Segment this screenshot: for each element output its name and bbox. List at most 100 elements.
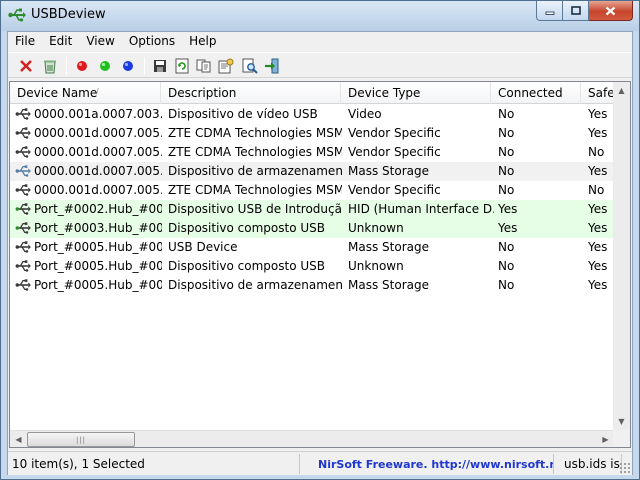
cell-description: Dispositivo composto USB [168, 259, 326, 273]
menu-help[interactable]: Help [182, 32, 223, 52]
minimize-icon [545, 11, 554, 15]
cell-description: USB Device [168, 240, 238, 254]
cell-device-name: Port_#0002.Hub_#0004 [34, 202, 162, 216]
cell-device-type: Mass Storage [348, 240, 429, 254]
blue-dot-icon [123, 61, 133, 71]
minimize-button[interactable] [536, 1, 563, 21]
cell-connected: No [498, 278, 515, 292]
cell-device-type: Video [348, 107, 382, 121]
app-window: USBDeview File Edit View Options Help De… [0, 0, 640, 480]
table-row[interactable]: 0000.001d.0007.005.00... ZTE CDMA Technol… [10, 124, 630, 143]
table-row[interactable]: 0000.001a.0007.003.00... Dispositivo de v… [10, 105, 630, 124]
properties-icon [218, 58, 234, 74]
cell-device-type: Unknown [348, 221, 404, 235]
menu-file[interactable]: File [8, 32, 42, 52]
uninstall-button[interactable] [40, 56, 60, 76]
resize-grip-icon[interactable] [619, 462, 631, 474]
table-row[interactable]: Port_#0002.Hub_#0004 Dispositivo USB de I… [10, 200, 630, 219]
usb-device-icon [15, 222, 31, 234]
usb-device-icon [15, 279, 31, 291]
caption-buttons [536, 1, 633, 21]
cell-connected: No [498, 126, 515, 140]
column-header-description[interactable]: Description [161, 82, 341, 104]
cell-connected: No [498, 183, 515, 197]
disconnect-button[interactable] [16, 56, 36, 76]
red-button[interactable] [72, 56, 92, 76]
save-button[interactable] [150, 56, 170, 76]
cell-device-type: Vendor Specific [348, 183, 441, 197]
menu-options[interactable]: Options [122, 32, 182, 52]
table-row[interactable]: 0000.001d.0007.005.00... ZTE CDMA Technol… [10, 181, 630, 200]
cell-device-type: Mass Storage [348, 164, 429, 178]
cell-connected: No [498, 259, 515, 273]
cell-connected: No [498, 164, 515, 178]
list-header: Device Name / Description Device Type Con… [10, 82, 630, 104]
find-button[interactable] [240, 56, 260, 76]
menu-view[interactable]: View [79, 32, 121, 52]
scroll-left-arrow-icon[interactable]: ◀ [10, 431, 27, 447]
column-header-device-type[interactable]: Device Type [341, 82, 491, 104]
table-row[interactable]: Port_#0005.Hub_#0007 Dispositivo de armaz… [10, 276, 630, 295]
cell-description: Dispositivo de armazenament... [168, 164, 342, 178]
status-bar: 10 item(s), 1 Selected NirSoft Freeware.… [8, 451, 632, 475]
sort-indicator-icon: / [96, 87, 99, 96]
cell-connected: No [498, 240, 515, 254]
status-item-count: 10 item(s), 1 Selected [10, 454, 300, 474]
cell-device-type: Vendor Specific [348, 126, 441, 140]
green-dot-icon [100, 61, 110, 71]
column-header-device-name[interactable]: Device Name / [10, 82, 161, 104]
red-dot-icon [77, 61, 87, 71]
scroll-down-arrow-icon[interactable]: ▼ [613, 413, 630, 430]
copy-button[interactable] [194, 56, 214, 76]
exit-icon [265, 58, 279, 74]
nirsoft-link[interactable]: NirSoft Freeware. http://www.nirsoft.net [304, 454, 554, 474]
green-button[interactable] [95, 56, 115, 76]
cell-device-name: Port_#0003.Hub_#0003 [34, 221, 162, 235]
client-area: File Edit View Options Help Device Name … [7, 31, 633, 475]
table-row[interactable]: 0000.001d.0007.005.00... ZTE CDMA Technol… [10, 143, 630, 162]
horizontal-scroll-thumb[interactable]: ||| [27, 432, 135, 447]
maximize-icon [570, 6, 581, 15]
usb-device-icon [15, 241, 31, 253]
exit-button[interactable] [262, 56, 282, 76]
cell-description: ZTE CDMA Technologies MSM [168, 126, 342, 140]
cell-description: Dispositivo de vídeo USB [168, 107, 318, 121]
cell-connected: Yes [498, 221, 518, 235]
cell-connected: No [498, 107, 515, 121]
cell-device-type: Vendor Specific [348, 145, 441, 159]
title-bar[interactable]: USBDeview [1, 1, 639, 31]
properties-button[interactable] [216, 56, 236, 76]
usb-device-icon [15, 165, 31, 177]
table-row[interactable]: Port_#0003.Hub_#0003 Dispositivo composto… [10, 219, 630, 238]
menu-edit[interactable]: Edit [42, 32, 79, 52]
vertical-scrollbar[interactable]: ▲ ▼ [613, 82, 630, 430]
cell-device-name: Port_#0005.Hub_#0007 [34, 278, 162, 292]
usb-device-icon [15, 146, 31, 158]
cell-device-name: 0000.001a.0007.003.00... [34, 107, 162, 121]
cell-device-name: 0000.001d.0007.005.00... [34, 145, 162, 159]
cell-device-name: 0000.001d.0007.005.00... [34, 183, 162, 197]
close-button[interactable] [589, 1, 633, 21]
refresh-button[interactable] [172, 56, 192, 76]
column-label: Device Name [17, 86, 98, 100]
table-row[interactable]: Port_#0005.Hub_#0007 Dispositivo composto… [10, 257, 630, 276]
maximize-button[interactable] [563, 1, 589, 21]
cell-description: ZTE CDMA Technologies MSM [168, 183, 342, 197]
table-row[interactable]: Port_#0005.Hub_#0007 USB Device Mass Stora… [10, 238, 630, 257]
device-list[interactable]: Device Name / Description Device Type Con… [9, 81, 631, 448]
scrollbar-corner [613, 430, 630, 447]
menu-bar: File Edit View Options Help [8, 32, 632, 52]
usb-device-icon [15, 203, 31, 215]
disconnect-icon [20, 60, 32, 72]
toolbar-separator [66, 57, 67, 75]
usb-device-icon [15, 184, 31, 196]
blue-button[interactable] [118, 56, 138, 76]
table-row[interactable]: 0000.001d.0007.005.00... Dispositivo de a… [10, 162, 630, 181]
scroll-right-arrow-icon[interactable]: ▶ [597, 431, 614, 447]
scroll-up-arrow-icon[interactable]: ▲ [613, 82, 630, 99]
usb-device-icon [15, 108, 31, 120]
horizontal-scrollbar[interactable]: ◀ ||| ▶ [10, 430, 614, 447]
cell-connected: Yes [498, 202, 518, 216]
column-header-connected[interactable]: Connected [491, 82, 581, 104]
cell-device-name: 0000.001d.0007.005.00... [34, 126, 162, 140]
